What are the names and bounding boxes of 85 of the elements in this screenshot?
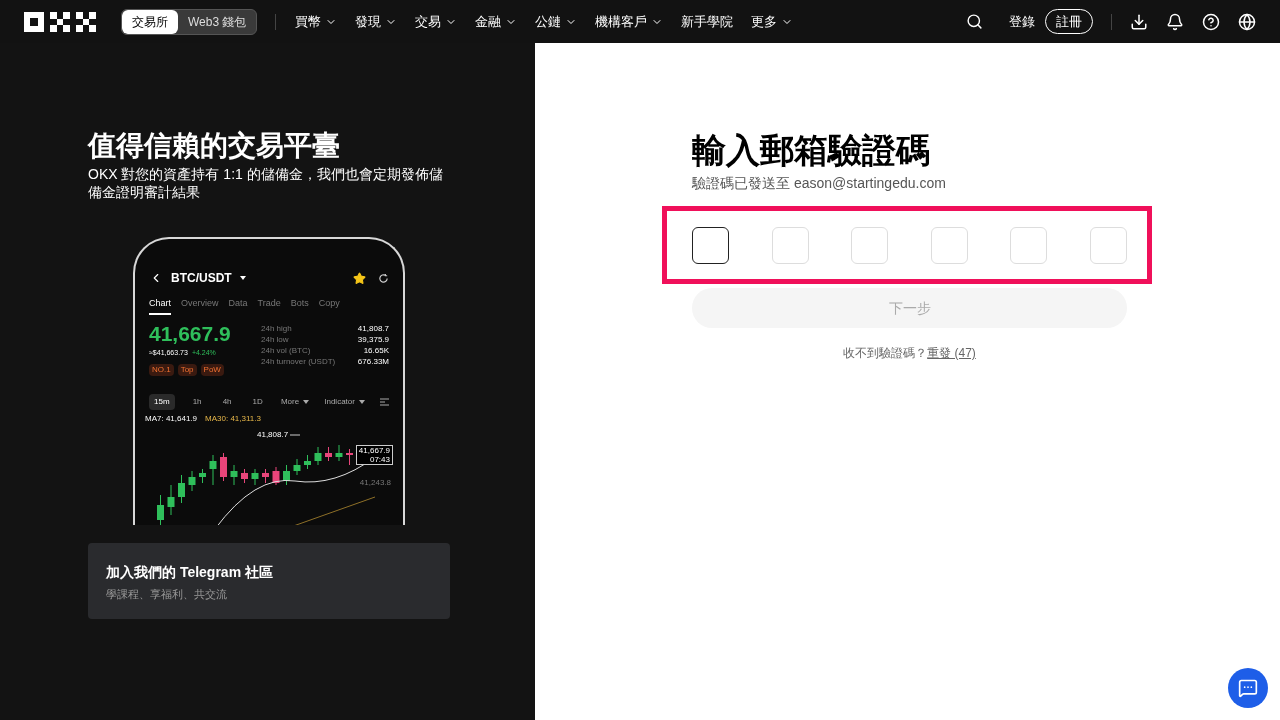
stat-value: 41,808.7 — [357, 322, 389, 334]
candle — [230, 464, 238, 486]
candle — [167, 484, 175, 516]
stat-value: 39,375.9 — [357, 333, 389, 345]
nav-menu-item[interactable]: 金融 — [466, 11, 527, 32]
candle — [220, 452, 227, 482]
view-label: Overview — [181, 297, 219, 310]
stat-label: 24h low — [261, 333, 289, 345]
nav-menu-item[interactable]: 更多 — [742, 11, 803, 32]
candle — [293, 458, 301, 476]
candle — [283, 464, 290, 486]
caret-icon — [358, 400, 365, 404]
stat-label: 24h vol (BTC) — [261, 344, 311, 356]
interval-label: 1D — [251, 396, 264, 408]
star-icon — [353, 271, 366, 285]
refresh-icon — [378, 272, 389, 284]
stat-label: 24h high — [261, 322, 292, 334]
caret-icon — [303, 400, 310, 404]
search-icon[interactable] — [966, 13, 983, 30]
indicator-label: Indicator — [324, 396, 355, 408]
candle — [304, 454, 311, 470]
sent-to-text: 驗證碼已發送至 eason@startingedu.com — [692, 174, 947, 193]
ma30-label: MA30: 41,311.3 — [205, 413, 261, 425]
verify-title: 輸入郵箱驗證碼 — [692, 130, 931, 171]
chat-icon — [1238, 678, 1258, 698]
high-marker: 41,808.7 — [257, 429, 289, 441]
pair-name: BTC/USDT — [171, 270, 232, 287]
candle — [188, 470, 196, 492]
bell-icon[interactable] — [1166, 12, 1184, 31]
mode-tab[interactable]: Web3 錢包 — [178, 9, 257, 34]
candle — [209, 454, 217, 486]
promo-title: 值得信賴的交易平臺 — [88, 129, 341, 163]
leader-line — [290, 434, 301, 436]
last-price-marker: 41,667.9 07:43 — [355, 445, 393, 465]
candle — [178, 474, 185, 504]
community-card[interactable]: 加入我們的 Telegram 社區 學課程、享福利、共交流 — [88, 543, 450, 619]
resend-link[interactable]: 重發 (47) — [927, 344, 976, 362]
download-icon[interactable] — [1130, 12, 1148, 31]
settings-icon — [380, 398, 389, 406]
stat-value: 676.33M — [357, 355, 389, 367]
nav-menu-item[interactable]: 交易 — [406, 11, 467, 32]
ma-marker: 41,243.8 — [359, 477, 391, 489]
globe-icon[interactable] — [1238, 12, 1256, 31]
community-title: 加入我們的 Telegram 社區 — [106, 563, 274, 582]
ma7-label: MA7: 41,641.9 — [145, 413, 198, 425]
nav-menu-item[interactable]: 新手學院 — [672, 11, 743, 32]
community-subtitle: 學課程、享福利、共交流 — [106, 587, 228, 602]
rank-tag: PoW — [200, 364, 224, 376]
stat-label: 24h turnover (USDT) — [261, 355, 336, 367]
nav-menu-item[interactable]: 發現 — [346, 11, 407, 32]
view-label: Trade — [257, 297, 281, 310]
rank-tag: NO.1 — [149, 364, 174, 376]
nav-menu-item[interactable]: 機構客戶 — [586, 11, 673, 32]
code-input-field[interactable] — [692, 226, 729, 264]
logo — [24, 11, 96, 32]
interval-label: 4h — [221, 396, 233, 408]
last-price: 41,667.9 — [149, 322, 231, 344]
candle — [262, 468, 269, 484]
nav-menu-item[interactable]: 買幣 — [286, 11, 347, 32]
candle — [157, 494, 164, 525]
view-label: Copy — [318, 297, 340, 310]
resend-prompt: 收不到驗證碼？ — [843, 345, 928, 362]
candle — [199, 468, 206, 484]
candle — [314, 446, 322, 466]
login-link[interactable]: 登錄 — [1009, 11, 1035, 32]
candle — [325, 446, 332, 462]
more-label: More — [280, 396, 300, 408]
view-label: Data — [228, 297, 248, 310]
interval-label: 15m — [149, 394, 175, 410]
caret-icon — [239, 276, 246, 280]
view-label: Chart — [149, 297, 171, 315]
candle — [241, 468, 248, 484]
candle — [335, 444, 343, 462]
candle — [272, 466, 280, 486]
candle — [346, 448, 353, 466]
mode-tab[interactable]: 交易所 — [122, 9, 178, 34]
interval-label: 1h — [191, 396, 203, 408]
promo-subtitle: OKX 對您的資產持有 1:1 的儲備金，我們也會定期發佈儲備金證明審計結果 — [88, 165, 444, 201]
help-icon[interactable] — [1202, 12, 1220, 31]
view-label: Bots — [290, 297, 309, 310]
rank-tag: Top — [177, 364, 197, 376]
nav-menu-item[interactable]: 公鏈 — [526, 11, 587, 32]
candle — [251, 468, 259, 486]
stat-value: 16.65K — [363, 344, 389, 356]
chat-button[interactable] — [1228, 668, 1268, 708]
